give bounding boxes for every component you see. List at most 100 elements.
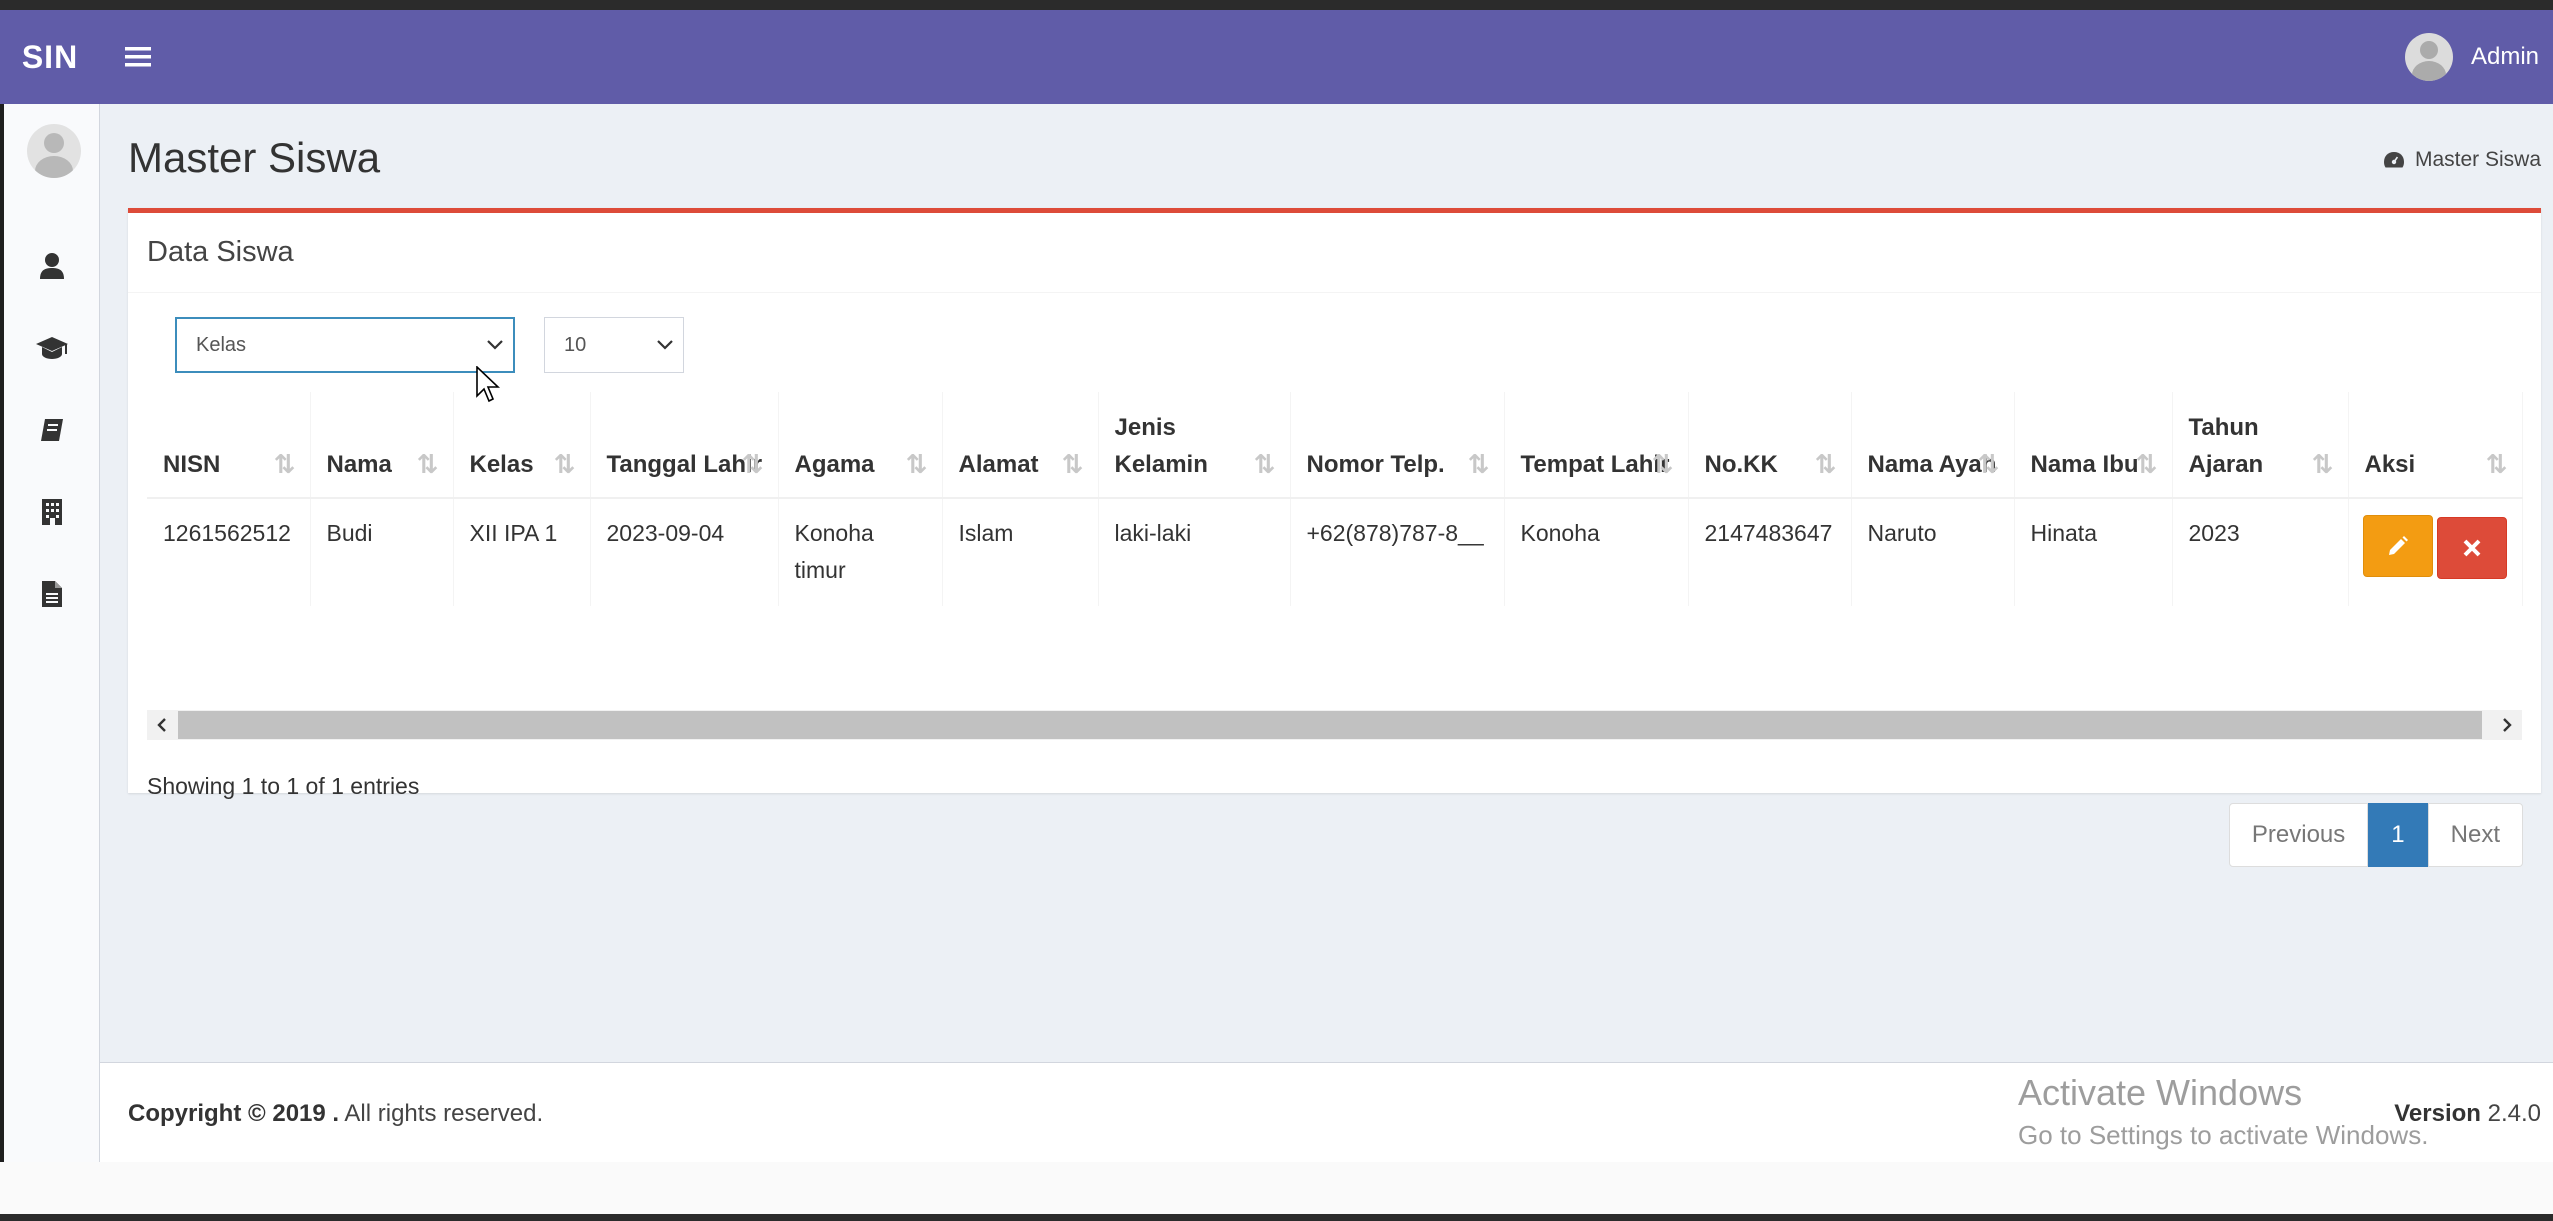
chevron-left-icon (157, 718, 166, 732)
pencil-icon (2388, 536, 2408, 555)
chevron-down-icon (657, 340, 673, 350)
sidebar-toggle-button[interactable] (100, 10, 176, 104)
sidebar-item-user[interactable] (4, 236, 100, 296)
column-header-agama[interactable]: Agama ⇅ (778, 392, 943, 499)
scroll-left-button[interactable] (147, 710, 177, 740)
watermark-title: Activate Windows (2018, 1072, 2303, 1113)
cell-jenis-kelamin: laki-laki (1098, 498, 1291, 606)
page-title: Master Siswa (128, 134, 381, 181)
siswa-table: NISN ⇅ Nama ⇅ Kelas ⇅ Tanggal Lahir ⇅ Agama ⇅… (147, 392, 2523, 606)
chevron-down-icon (487, 340, 503, 350)
cell-nisn: 1261562512 (147, 498, 311, 606)
sort-icon: ⇅ (1977, 449, 2000, 479)
sort-icon: ⇅ (553, 449, 576, 479)
sort-icon: ⇅ (1814, 449, 1837, 479)
cell-nama: Budi (310, 498, 454, 606)
graduation-cap-icon (36, 337, 68, 359)
column-header-aksi[interactable]: Aksi ⇅ (2348, 392, 2523, 499)
box-header: Data Siswa (128, 213, 2541, 293)
previous-page-button[interactable]: Previous (2228, 803, 2369, 867)
sidebar-avatar (27, 124, 81, 178)
column-header-nama-ayah[interactable]: Nama Ayah ⇅ (1851, 392, 2015, 499)
cell-agama: Konoha timur (778, 498, 943, 606)
column-header-nama[interactable]: Nama ⇅ (310, 392, 454, 499)
building-icon (42, 499, 62, 525)
user-icon (40, 253, 64, 279)
column-header-tahun-ajaran[interactable]: Tahun Ajaran ⇅ (2172, 392, 2349, 499)
table-wrapper: NISN ⇅ Nama ⇅ Kelas ⇅ Tanggal Lahir ⇅ Agama ⇅… (147, 392, 2523, 606)
book-icon (41, 419, 63, 441)
column-header-tanggal-lahir[interactable]: Tanggal Lahir ⇅ (590, 392, 779, 499)
breadcrumb-current[interactable]: Master Siswa (2415, 148, 2541, 172)
column-header-nisn[interactable]: NISN ⇅ (147, 392, 311, 499)
table-row: 1261562512 Budi XII IPA 1 2023-09-04 Kon… (147, 498, 2523, 606)
sort-icon: ⇅ (1467, 449, 1490, 479)
sort-icon: ⇅ (905, 449, 928, 479)
content-area: Master Siswa Master Siswa Data Siswa Kel… (100, 104, 2553, 1062)
horizontal-scrollbar[interactable] (147, 710, 2522, 740)
sort-icon: ⇅ (416, 449, 439, 479)
sort-icon: ⇅ (1061, 449, 1084, 479)
cell-nama-ayah: Naruto (1851, 498, 2015, 606)
file-icon (42, 581, 62, 607)
window-bottom-strip (0, 1162, 2553, 1221)
activate-windows-watermark: Activate Windows Go to Settings to activ… (2018, 1072, 2428, 1151)
sort-icon: ⇅ (2311, 449, 2334, 479)
sort-icon: ⇅ (1253, 449, 1276, 479)
sidebar-item-file[interactable] (4, 564, 100, 624)
table-filters: Kelas 10 (175, 317, 684, 373)
cell-alamat: Islam (942, 498, 1099, 606)
pagination: Previous 1 Next (2228, 803, 2523, 867)
cell-kelas: XII IPA 1 (453, 498, 591, 606)
data-siswa-box: Data Siswa Kelas 10 NISN ⇅ Nama ⇅ Kelas … (128, 208, 2541, 867)
table-header-row: NISN ⇅ Nama ⇅ Kelas ⇅ Tanggal Lahir ⇅ Agama ⇅… (147, 392, 2523, 499)
scroll-right-button[interactable] (2492, 710, 2522, 740)
mouse-cursor-icon (476, 366, 500, 403)
watermark-subtitle: Go to Settings to activate Windows. (2018, 1120, 2429, 1150)
column-header-jenis-kelamin[interactable]: Jenis Kelamin ⇅ (1098, 392, 1291, 499)
sidebar-item-graduation[interactable] (4, 318, 100, 378)
cell-no-kk: 2147483647 (1688, 498, 1852, 606)
copyright-text: Copyright © 2019 . All rights reserved. (128, 1100, 543, 1128)
hamburger-icon (125, 47, 151, 67)
cell-tanggal-lahir: 2023-09-04 (590, 498, 779, 606)
delete-button[interactable] (2436, 517, 2507, 579)
sort-icon: ⇅ (1651, 449, 1674, 479)
sort-icon: ⇅ (741, 449, 764, 479)
cell-nama-ibu: Hinata (2014, 498, 2173, 606)
copyright-rest: All rights reserved. (339, 1100, 544, 1127)
scrollbar-thumb[interactable] (178, 711, 2482, 739)
column-header-alamat[interactable]: Alamat ⇅ (942, 392, 1099, 499)
chevron-right-icon (2503, 718, 2512, 732)
box-title: Data Siswa (147, 236, 294, 268)
sort-icon: ⇅ (2485, 449, 2508, 479)
user-menu[interactable]: Admin (2404, 33, 2553, 81)
cell-aksi (2348, 498, 2523, 606)
scrollbar-track[interactable] (147, 710, 2522, 740)
page-size-value: 10 (564, 333, 587, 356)
next-page-button[interactable]: Next (2427, 803, 2523, 867)
user-avatar (2404, 33, 2453, 81)
column-header-nomor-telp[interactable]: Nomor Telp. ⇅ (1290, 392, 1505, 499)
user-name: Admin (2470, 43, 2539, 70)
close-icon (2463, 539, 2480, 557)
column-header-kelas[interactable]: Kelas ⇅ (453, 392, 591, 499)
kelas-filter-value: Kelas (196, 333, 247, 356)
cell-tahun-ajaran: 2023 (2172, 498, 2349, 606)
column-header-no-kk[interactable]: No.KK ⇅ (1688, 392, 1852, 499)
sidebar-item-book[interactable] (4, 400, 100, 460)
cell-nomor-telp: +62(878)787-8__ (1290, 498, 1505, 606)
brand-logo[interactable]: SIN (0, 10, 100, 104)
table-info: Showing 1 to 1 of 1 entries (147, 773, 420, 799)
column-header-tempat-lahir[interactable]: Tempat Lahir ⇅ (1504, 392, 1689, 499)
window-top-strip (0, 0, 2553, 10)
sidebar (4, 104, 100, 1162)
kelas-filter-select[interactable]: Kelas (175, 317, 515, 373)
edit-button[interactable] (2362, 515, 2433, 577)
sidebar-item-building[interactable] (4, 482, 100, 542)
top-navbar: SIN Admin (0, 10, 2553, 104)
page-1-button[interactable]: 1 (2368, 803, 2428, 867)
page-size-select[interactable]: 10 (544, 317, 684, 373)
column-header-nama-ibu[interactable]: Nama Ibu ⇅ (2014, 392, 2173, 499)
copyright-bold: Copyright © 2019 . (128, 1100, 340, 1127)
